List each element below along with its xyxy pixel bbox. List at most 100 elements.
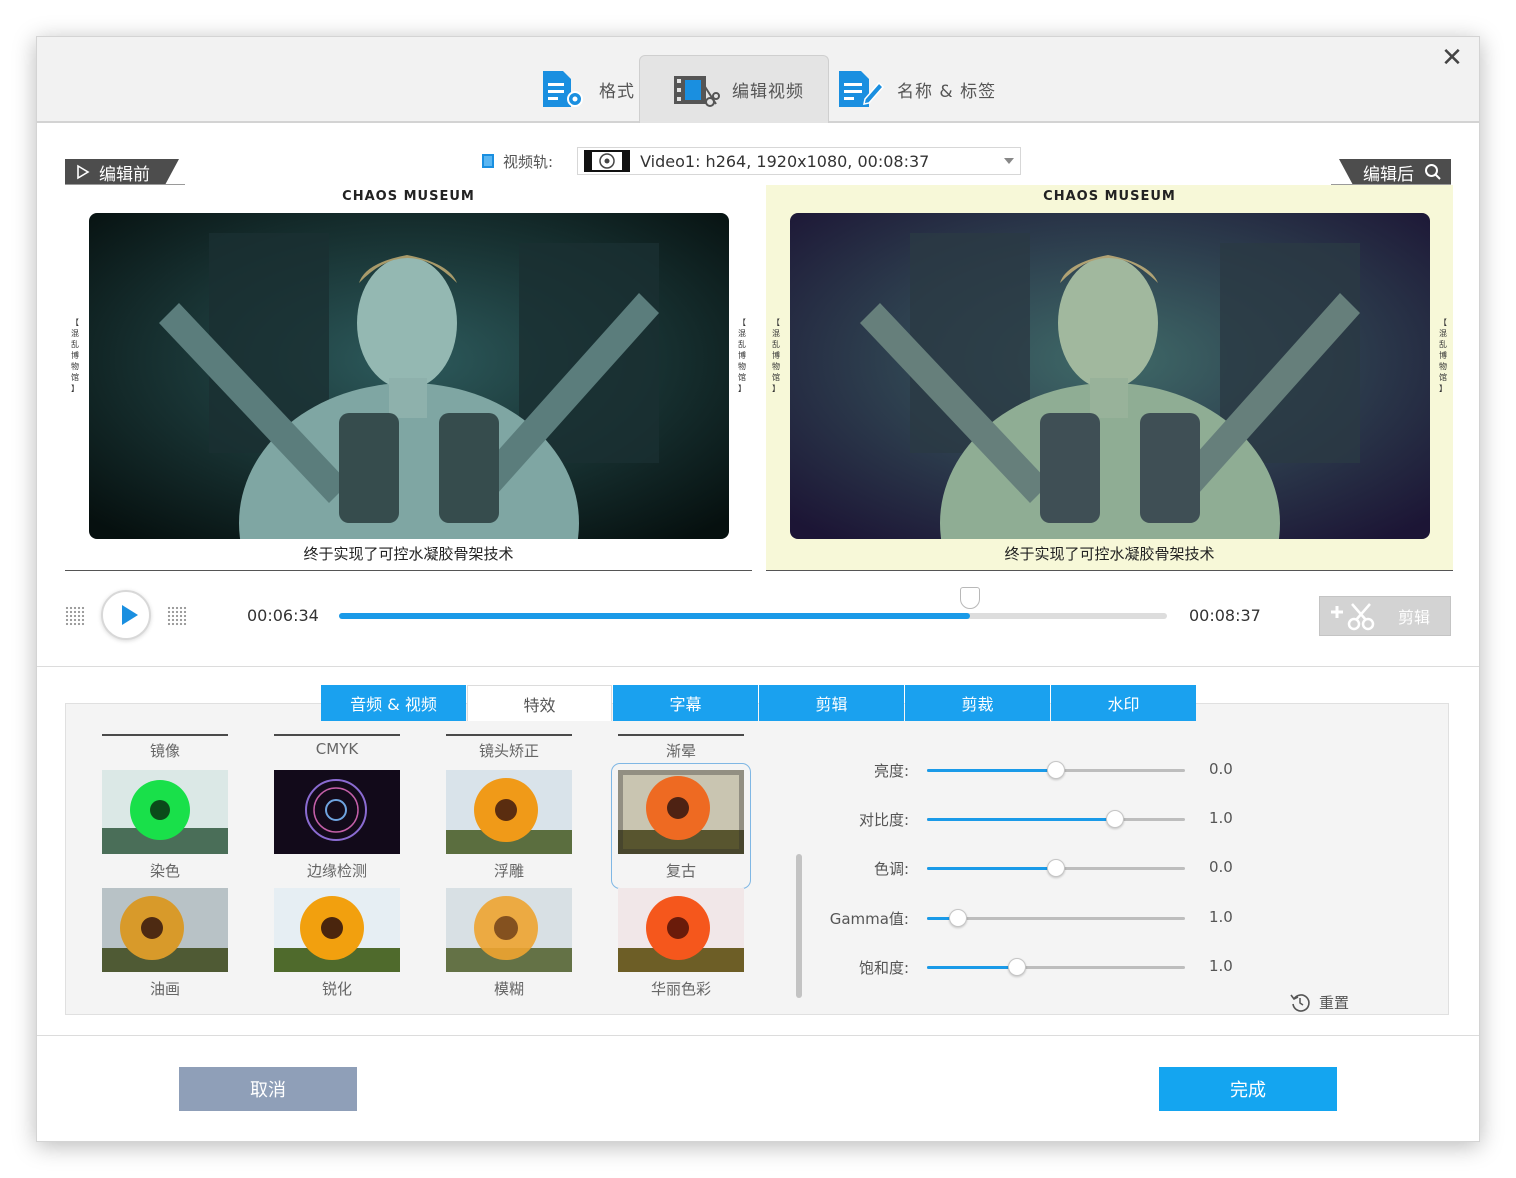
- tab-crop[interactable]: 剪裁: [905, 685, 1050, 721]
- effect-thumbnail: [446, 888, 572, 972]
- contrast-value: 1.0: [1209, 809, 1233, 827]
- contrast-slider[interactable]: [927, 810, 1185, 828]
- effect-retro[interactable]: 复古: [611, 763, 751, 889]
- frame-back-handle[interactable]: [65, 606, 85, 626]
- slider-fill: [927, 818, 1116, 821]
- seek-bar[interactable]: [339, 587, 1167, 619]
- slider-thumb[interactable]: [1047, 761, 1065, 779]
- play-button[interactable]: [101, 590, 151, 640]
- current-time: 00:06:34: [247, 606, 319, 625]
- preview-after: CHAOS MUSEUM 【混乱博物馆】 【混乱博物馆】 终于实现了可控水凝胶骨…: [766, 185, 1453, 571]
- tab-edit-video[interactable]: 编辑视频: [639, 55, 829, 123]
- gamma-value: 1.0: [1209, 908, 1233, 926]
- tab-audio-video[interactable]: 音频 & 视频: [321, 685, 466, 721]
- frame-forward-handle[interactable]: [167, 606, 187, 626]
- hue-slider[interactable]: [927, 859, 1185, 877]
- hue-label: 色调:: [873, 860, 909, 878]
- effect-vivid-color[interactable]: 华丽色彩: [618, 888, 744, 1000]
- saturation-value: 1.0: [1209, 957, 1233, 975]
- divider: [37, 1035, 1479, 1036]
- close-icon[interactable]: ✕: [1437, 43, 1467, 73]
- play-outline-icon: [77, 164, 90, 180]
- video-track-row: 视频轨: Video1: h264, 1920x1080, 00:08:37: [481, 147, 1022, 175]
- effect-label: 油画: [149, 980, 180, 998]
- format-doc-gear-icon: [539, 69, 587, 109]
- effect-label: 模糊: [493, 980, 524, 998]
- gamma-control: Gamma值: 1.0: [797, 903, 1397, 933]
- effect-header-lens: 镜头矫正: [446, 734, 572, 761]
- effect-blur[interactable]: 模糊: [446, 888, 572, 1000]
- preview-after-side-left: 【混乱博物馆】: [772, 318, 780, 393]
- before-edit-label: 编辑前: [99, 164, 150, 185]
- video-track-select[interactable]: Video1: h264, 1920x1080, 00:08:37: [577, 147, 1022, 175]
- effect-thumbnail: [102, 888, 228, 972]
- brightness-value: 0.0: [1209, 760, 1233, 778]
- chevron-down-icon[interactable]: [1004, 158, 1015, 164]
- cancel-button[interactable]: 取消: [179, 1067, 357, 1111]
- contrast-label: 对比度:: [858, 811, 909, 829]
- tab-cut[interactable]: 剪辑: [759, 685, 904, 721]
- gamma-slider[interactable]: [927, 909, 1185, 927]
- preview-before-side-right: 【混乱博物馆】: [738, 318, 746, 393]
- effect-thumbnail: [274, 888, 400, 972]
- preview-before-side-left: 【混乱博物馆】: [71, 318, 79, 393]
- effect-label: 复古: [665, 862, 696, 880]
- slider-thumb[interactable]: [1047, 859, 1065, 877]
- preview-before-caption: 终于实现了可控水凝胶骨架技术: [303, 545, 514, 563]
- gamma-label: Gamma值:: [829, 910, 909, 928]
- tab-watermark[interactable]: 水印: [1051, 685, 1196, 721]
- effect-thumbnail: [618, 888, 744, 972]
- film-thumbnail-icon: [584, 150, 631, 172]
- done-button[interactable]: 完成: [1159, 1067, 1337, 1111]
- slider-fill: [927, 867, 1056, 870]
- reset-button[interactable]: 重置: [1289, 989, 1349, 1015]
- effect-label: 锐化: [321, 980, 352, 998]
- saturation-slider[interactable]: [927, 958, 1185, 976]
- brightness-control: 亮度: 0.0: [797, 755, 1397, 785]
- effect-oil-painting[interactable]: 油画: [102, 888, 228, 1000]
- seek-thumb[interactable]: [959, 587, 980, 609]
- doc-pen-icon: [837, 69, 885, 109]
- preview-before-title: CHAOS MUSEUM: [342, 189, 475, 204]
- video-track-value: Video1: h264, 1920x1080, 00:08:37: [640, 151, 930, 171]
- effect-label: 浮雕: [493, 862, 524, 880]
- brightness-label: 亮度:: [873, 762, 909, 780]
- cut-button-label: 剪辑: [1398, 608, 1431, 627]
- effect-tint[interactable]: 染色: [102, 770, 228, 882]
- video-frame-after: [790, 213, 1430, 539]
- effects-grid: 镜像 CMYK 镜头矫正 渐晕 染色 边缘检测 浮雕 复古 油画 锐化 模糊 华…: [94, 734, 770, 1004]
- after-edit-label: 编辑后: [1363, 164, 1414, 185]
- tab-edit-video-label: 编辑视频: [732, 82, 804, 102]
- cut-button[interactable]: 剪辑: [1319, 596, 1451, 636]
- before-edit-tag: 编辑前: [65, 159, 179, 185]
- effect-edge-detect[interactable]: 边缘检测: [274, 770, 400, 882]
- video-track-icon: [482, 154, 494, 168]
- effect-thumbnail: [274, 770, 400, 854]
- slider-thumb[interactable]: [948, 909, 967, 927]
- effect-emboss[interactable]: 浮雕: [446, 770, 572, 882]
- slider-fill: [927, 966, 1018, 969]
- top-tab-bar: ✕ 格式 编辑视频 名称 & 标签: [37, 37, 1479, 123]
- playback-controls: 00:06:34 00:08:37 剪辑: [37, 582, 1479, 666]
- effect-header-vignette: 渐晕: [618, 734, 744, 761]
- reset-label: 重置: [1319, 993, 1350, 1012]
- slider-thumb[interactable]: [1106, 810, 1125, 828]
- brightness-slider[interactable]: [927, 761, 1185, 779]
- search-icon[interactable]: [1424, 163, 1442, 181]
- divider: [37, 666, 1479, 667]
- preview-after-caption: 终于实现了可控水凝胶骨架技术: [1004, 545, 1215, 563]
- tab-effects[interactable]: 特效: [467, 685, 612, 721]
- after-edit-tag[interactable]: 编辑后: [1339, 159, 1451, 185]
- contrast-control: 对比度: 1.0: [797, 804, 1397, 834]
- tab-subtitles[interactable]: 字幕: [613, 685, 758, 721]
- reset-icon: [1290, 994, 1310, 1012]
- tab-format[interactable]: 格式: [539, 55, 635, 123]
- effect-label: 染色: [149, 862, 180, 880]
- hue-value: 0.0: [1209, 858, 1233, 876]
- video-frame-before: [89, 213, 729, 539]
- film-scissors-icon: [672, 70, 720, 110]
- slider-thumb[interactable]: [1008, 958, 1027, 976]
- preview-after-side-right: 【混乱博物馆】: [1439, 318, 1447, 393]
- effect-sharpen[interactable]: 锐化: [274, 888, 400, 1000]
- tab-name-tags[interactable]: 名称 & 标签: [837, 55, 997, 123]
